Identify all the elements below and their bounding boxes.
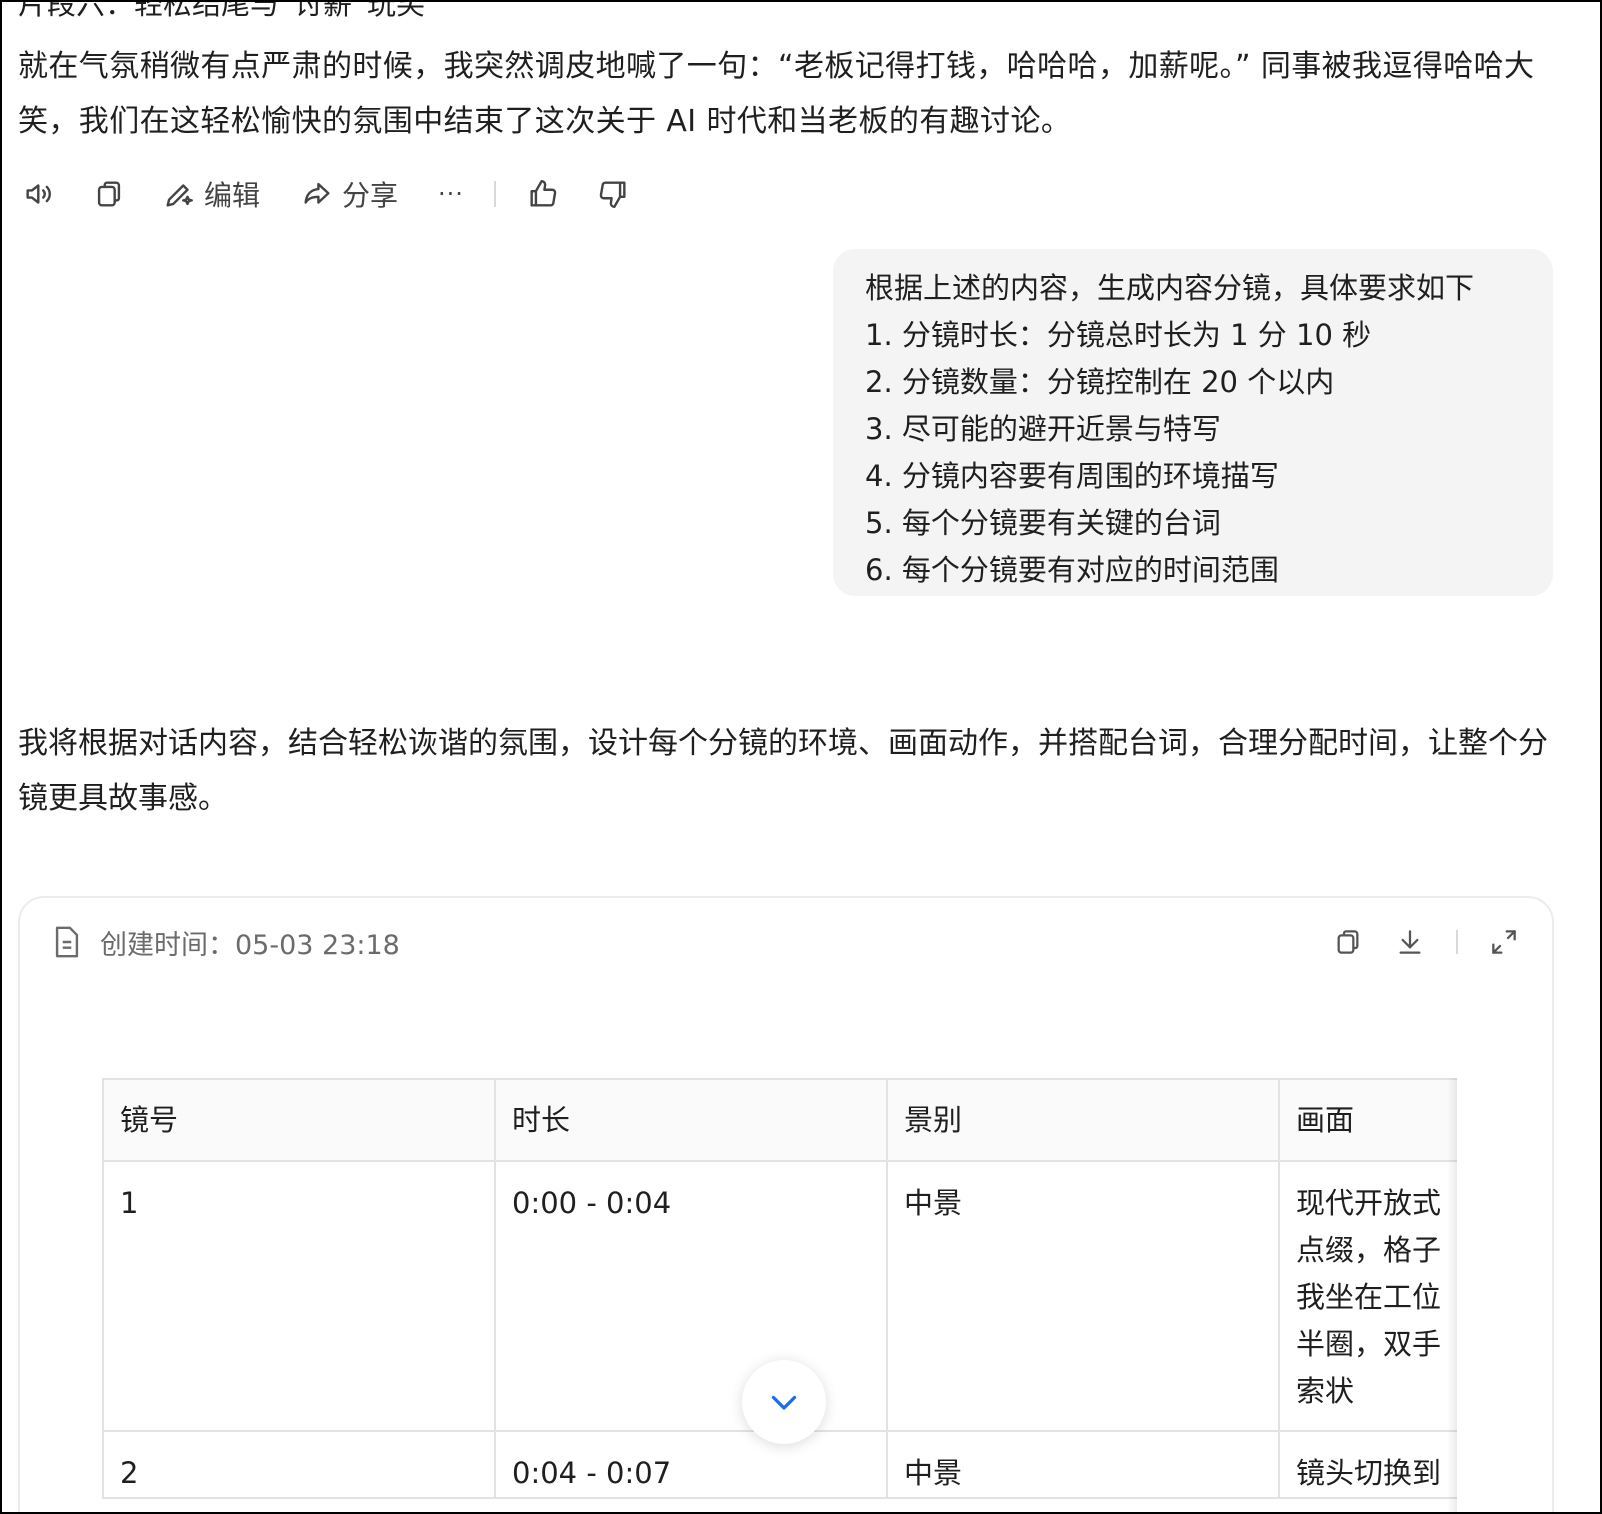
user-message-line: 根据上述的内容，生成内容分镜，具体要求如下: [865, 271, 1475, 305]
copy-icon: [1337, 930, 1359, 954]
cell-shot-size: 中景: [886, 1430, 1280, 1499]
user-message-line: 5. 每个分镜要有关键的台词: [865, 506, 1221, 540]
table-scroll-shadow: [1447, 1078, 1457, 1512]
scene-line: 半圈，双手: [1296, 1327, 1442, 1361]
share-icon: [304, 182, 330, 204]
user-message-bubble: 根据上述的内容，生成内容分镜，具体要求如下 1. 分镜时长：分镜总时长为 1 分…: [833, 249, 1553, 596]
user-message-line: 1. 分镜时长：分镜总时长为 1 分 10 秒: [865, 318, 1372, 352]
scene-line: 索状: [1296, 1374, 1355, 1408]
scene-line: 镜头切换到: [1296, 1456, 1442, 1490]
chat-window: 片段六：轻松结尾与“讨薪”玩笑 就在气氛稍微有点严肃的时候，我突然调皮地喊了一句…: [0, 0, 1602, 1514]
user-message-line: 2. 分镜数量：分镜控制在 20 个以内: [865, 365, 1335, 399]
more-button[interactable]: ···: [438, 180, 464, 208]
cell-shot-number: 1: [102, 1160, 496, 1432]
dislike-button[interactable]: [596, 177, 630, 211]
cell-shot-number: 2: [102, 1430, 496, 1499]
scene-line: 现代开放式: [1296, 1186, 1442, 1220]
column-header-shot-size: 景别: [886, 1078, 1280, 1162]
scene-line: 我坐在工位: [1296, 1280, 1442, 1314]
thumbs-up-icon: [530, 180, 557, 207]
edit-label: 编辑: [204, 179, 261, 212]
cell-scene: 镜头切换到: [1278, 1430, 1457, 1499]
speaker-icon: [26, 184, 51, 204]
previous-message-paragraph: 就在气氛稍微有点严肃的时候，我突然调皮地喊了一句：“老板记得打钱，哈哈哈，加薪呢…: [18, 49, 1535, 139]
cell-duration: 0:00 - 0:04: [494, 1160, 888, 1432]
assistant-intro-paragraph: 我将根据对话内容，结合轻松诙谐的氛围，设计每个分镜的环境、画面动作，并搭配台词，…: [18, 726, 1548, 816]
copy-button[interactable]: [92, 177, 126, 211]
copy-icon: [97, 181, 121, 207]
download-icon: [1399, 930, 1421, 954]
chevron-down-icon: [771, 1395, 797, 1410]
read-aloud-button[interactable]: [22, 177, 56, 211]
scroll-to-bottom-button[interactable]: [742, 1360, 826, 1444]
document-download-button[interactable]: [1394, 926, 1426, 958]
cell-shot-size: 中景: [886, 1160, 1280, 1432]
thumbs-down-icon: [599, 181, 626, 208]
document-header: 创建时间：05-03 23:18: [52, 920, 400, 964]
user-message-line: 4. 分镜内容要有周围的环境描写: [865, 459, 1279, 493]
edit-button[interactable]: 编辑: [162, 174, 260, 214]
previous-section-heading: 片段六：轻松结尾与“讨薪”玩笑: [18, 0, 426, 21]
share-label: 分享: [342, 179, 399, 212]
table-header-row: 镜号 时长 景别 画面: [102, 1078, 1457, 1162]
document-expand-button[interactable]: [1488, 926, 1520, 958]
scene-line: 点缀，格子: [1296, 1233, 1442, 1267]
expand-icon: [1492, 930, 1516, 954]
toolbar-divider: [1456, 930, 1458, 954]
document-copy-button[interactable]: [1332, 926, 1364, 958]
column-header-duration: 时长: [494, 1078, 888, 1162]
user-message-line: 3. 尽可能的避开近景与特写: [865, 412, 1221, 446]
column-header-scene: 画面: [1278, 1078, 1457, 1162]
message-action-bar: 编辑 分享 ···: [22, 172, 630, 216]
document-toolbar: [1332, 920, 1520, 964]
document-icon: [55, 926, 79, 958]
cell-scene: 现代开放式 点缀，格子 我坐在工位 半圈，双手 索状: [1278, 1160, 1457, 1432]
share-button[interactable]: 分享: [300, 174, 398, 214]
user-message-line: 6. 每个分镜要有对应的时间范围: [865, 553, 1279, 587]
document-created-time: 创建时间：05-03 23:18: [100, 929, 400, 961]
cell-duration: 0:04 - 0:07: [494, 1430, 888, 1499]
like-button[interactable]: [526, 177, 560, 211]
edit-icon: [166, 184, 193, 207]
column-header-shot-number: 镜号: [102, 1078, 496, 1162]
action-divider: [493, 181, 496, 207]
storyboard-table-scroll[interactable]: 镜号 时长 景别 画面 1 0:00 - 0:04 中景 现代开放式 点缀，格子: [102, 1078, 1457, 1512]
